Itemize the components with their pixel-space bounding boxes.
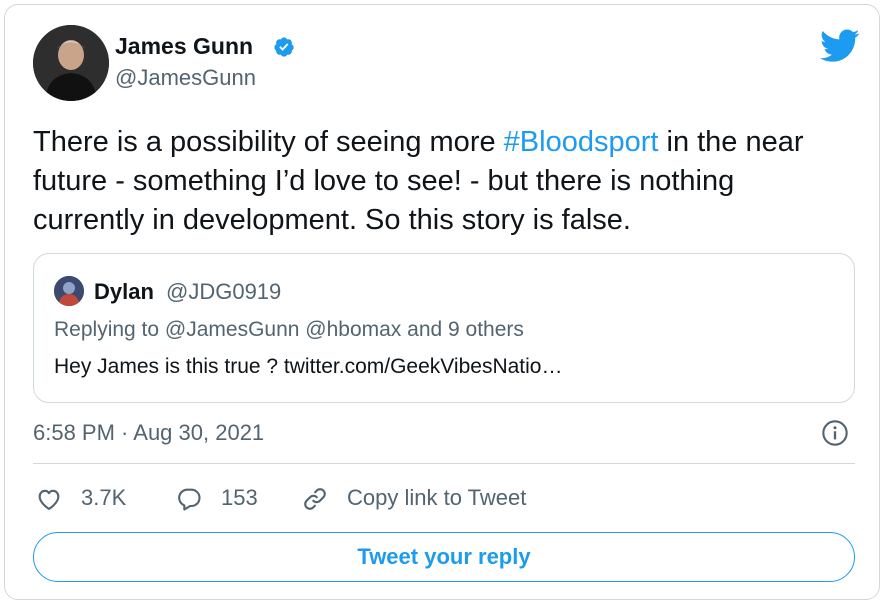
verified-badge-icon <box>274 37 294 57</box>
copy-link-label[interactable]: Copy link to Tweet <box>347 485 526 511</box>
tweet-timestamp[interactable]: 6:58 PM · Aug 30, 2021 <box>33 420 264 446</box>
tweet-text: There is a possibility of seeing more #B… <box>33 123 853 240</box>
quoted-author-name[interactable]: Dylan <box>94 279 154 305</box>
divider <box>33 463 855 464</box>
twitter-bird-icon[interactable] <box>820 29 860 63</box>
tweet-your-reply-button[interactable]: Tweet your reply <box>33 532 855 582</box>
like-count[interactable]: 3.7K <box>81 485 126 511</box>
heart-icon[interactable] <box>35 485 63 513</box>
link-icon[interactable] <box>301 485 329 513</box>
info-icon[interactable] <box>821 419 849 447</box>
quoted-author-handle[interactable]: @JDG0919 <box>166 279 281 305</box>
reply-count[interactable]: 153 <box>221 485 258 511</box>
tweet-card: James Gunn @JamesGunn There is a possibi… <box>4 4 880 600</box>
author-handle[interactable]: @JamesGunn <box>115 65 256 91</box>
quoted-tweet[interactable]: Dylan @JDG0919 Replying to @JamesGunn @h… <box>33 253 855 403</box>
quoted-author-avatar[interactable] <box>54 276 84 306</box>
tweet-text-before: There is a possibility of seeing more <box>33 126 504 158</box>
author-avatar[interactable] <box>33 25 109 101</box>
reply-bubble-icon[interactable] <box>175 485 203 513</box>
author-name[interactable]: James Gunn <box>115 33 253 60</box>
quoted-tweet-text: Hey James is this true ? twitter.com/Gee… <box>54 355 563 378</box>
quoted-replying-to: Replying to @JamesGunn @hbomax and 9 oth… <box>54 318 524 341</box>
hashtag-link[interactable]: #Bloodsport <box>504 126 659 158</box>
